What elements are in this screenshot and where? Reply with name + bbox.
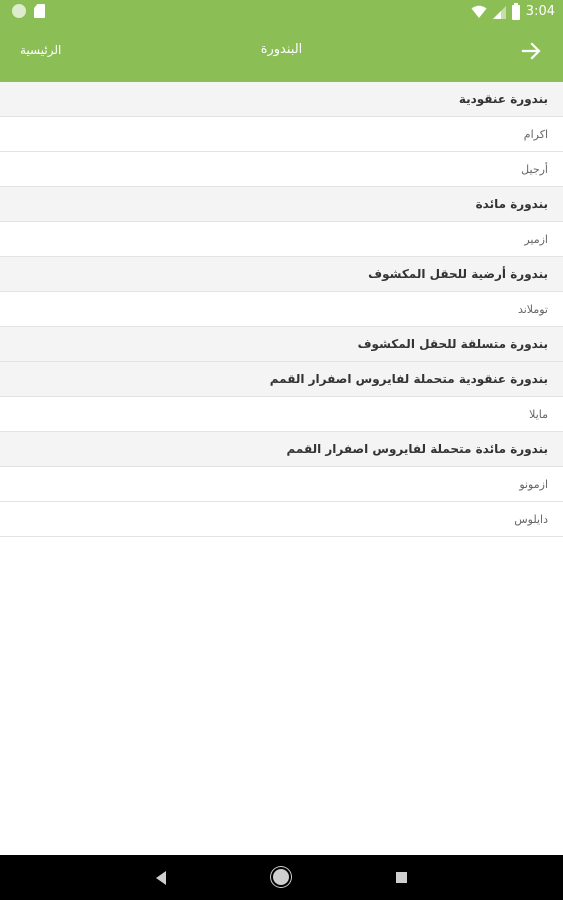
arrow-right-icon[interactable]: [521, 41, 541, 61]
nav-home-icon[interactable]: [273, 869, 289, 885]
list-item[interactable]: ازمير: [0, 222, 563, 257]
status-left: [12, 4, 45, 18]
app-bar: الرئيسية البندورة: [0, 24, 563, 82]
sd-card-icon: [34, 4, 45, 18]
section-header: بندورة متسلقة للحقل المكشوف: [0, 327, 563, 362]
section-header: بندورة عنقودية: [0, 82, 563, 117]
list-item[interactable]: توملاند: [0, 292, 563, 327]
notification-dot-icon: [12, 4, 26, 18]
status-right: 3:04: [471, 2, 555, 22]
nav-back-icon[interactable]: [156, 871, 166, 885]
list-item[interactable]: أرجيل: [0, 152, 563, 187]
page-title: البندورة: [260, 42, 303, 57]
screen: 3:04 الرئيسية البندورة بندورة عنقودية اكر…: [0, 0, 563, 900]
list-item[interactable]: ازمونو: [0, 467, 563, 502]
status-bar: 3:04: [0, 0, 563, 24]
section-header: بندورة مائدة متحملة لفايروس اصفرار القمم: [0, 432, 563, 467]
signal-icon: [492, 5, 506, 19]
list-item[interactable]: مايلا: [0, 397, 563, 432]
section-header: بندورة مائدة: [0, 187, 563, 222]
navigation-bar: [0, 855, 563, 900]
category-list: بندورة عنقودية اكرام أرجيل بندورة مائدة ازمي…: [0, 82, 563, 537]
nav-recents-icon[interactable]: [396, 872, 407, 883]
section-header: بندورة عنقودية متحملة لفايروس اصفرار الق…: [0, 362, 563, 397]
battery-icon: [511, 2, 520, 20]
status-time: 3:04: [525, 4, 555, 19]
wifi-icon: [471, 5, 487, 18]
list-item[interactable]: دايلوس: [0, 502, 563, 537]
section-header: بندورة أرضية للحقل المكشوف: [0, 257, 563, 292]
list-item[interactable]: اكرام: [0, 117, 563, 152]
